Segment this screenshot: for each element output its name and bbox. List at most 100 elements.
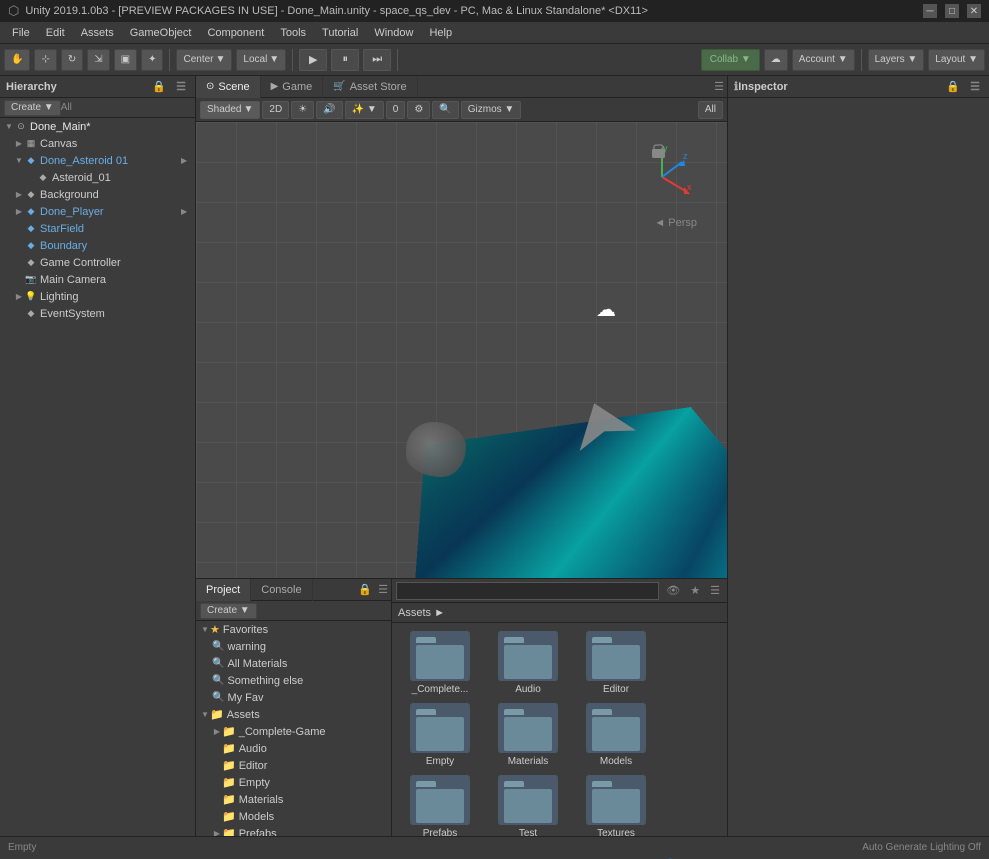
step-button[interactable]: ⏭ xyxy=(363,49,391,71)
asset-folder-materials[interactable]: Materials xyxy=(488,703,568,767)
asset-folder-audio[interactable]: Audio xyxy=(488,631,568,695)
hierarchy-item-boundary[interactable]: ▶ ◆ Boundary xyxy=(0,237,195,254)
hierarchy-item-main-camera[interactable]: ▶ 📷 Main Camera xyxy=(0,271,195,288)
menu-component[interactable]: Component xyxy=(199,25,272,41)
tool-hand[interactable]: ✋ xyxy=(4,49,30,71)
scene-view[interactable]: ☁ y x z xyxy=(196,122,727,578)
pt-complete-game[interactable]: ▶ 📁 _Complete-Game xyxy=(196,723,391,740)
minimize-button[interactable]: ─ xyxy=(923,4,937,18)
tool-multi[interactable]: ✦ xyxy=(141,49,163,71)
tab-asset-store[interactable]: 🛒 Asset Store xyxy=(323,76,417,98)
assets-header[interactable]: ▼ 📁 Assets xyxy=(196,706,391,723)
account-button[interactable]: Account ▼ xyxy=(792,49,855,71)
project-create-button[interactable]: Create ▼ xyxy=(200,603,257,619)
hierarchy-item-done-main[interactable]: ▼ ⊙ Done_Main* xyxy=(0,118,195,135)
hierarchy-all-button[interactable]: All xyxy=(61,102,72,113)
asset-folder-models[interactable]: Models xyxy=(576,703,656,767)
menu-window[interactable]: Window xyxy=(366,25,421,41)
audio-toggle[interactable]: 🔊 xyxy=(316,101,342,119)
pt-empty[interactable]: ▶ 📁 Empty xyxy=(196,774,391,791)
menubar: File Edit Assets GameObject Component To… xyxy=(0,22,989,44)
lighting-toggle[interactable]: ☀ xyxy=(291,101,314,119)
hierarchy-item-starfield[interactable]: ▶ ◆ StarField xyxy=(0,220,195,237)
done-player-nav-icon[interactable]: ▶ xyxy=(181,207,191,217)
play-button[interactable]: ▶ xyxy=(299,49,327,71)
menu-file[interactable]: File xyxy=(4,25,38,41)
inspector-menu-icon[interactable]: ☰ xyxy=(967,80,983,93)
pt-audio[interactable]: ▶ 📁 Audio xyxy=(196,740,391,757)
layers-label: Layers ▼ xyxy=(875,54,918,65)
scene-all-label[interactable]: All xyxy=(698,101,723,119)
tool-rotate[interactable]: ↻ xyxy=(61,49,83,71)
asteroid-nav-icon[interactable]: ▶ xyxy=(181,156,191,166)
effects-dropdown[interactable]: ✨ ▼ xyxy=(345,101,384,119)
cloud-button[interactable]: ☁ xyxy=(764,49,788,71)
scene-panel-menu[interactable]: ☰ xyxy=(711,80,727,93)
layout-button[interactable]: Layout ▼ xyxy=(928,49,985,71)
menu-assets[interactable]: Assets xyxy=(73,25,122,41)
hierarchy-item-background[interactable]: ▶ ◆ Background xyxy=(0,186,195,203)
fav-all-materials[interactable]: 🔍 All Materials xyxy=(196,655,391,672)
project-menu-icon[interactable]: ☰ xyxy=(375,583,391,596)
fav-something-else[interactable]: 🔍 Something else xyxy=(196,672,391,689)
tab-console[interactable]: Console xyxy=(251,579,312,601)
tool-scale[interactable]: ⇲ xyxy=(87,49,109,71)
inspector-lock-icon[interactable]: 🔒 xyxy=(943,80,963,93)
hierarchy-item-done-asteroid[interactable]: ▼ ◆ Done_Asteroid 01 ▶ xyxy=(0,152,195,169)
asset-folder-test[interactable]: Test xyxy=(488,775,568,839)
hierarchy-item-game-controller[interactable]: ▶ ◆ Game Controller xyxy=(0,254,195,271)
tab-game[interactable]: ▶ Game xyxy=(261,76,324,98)
menu-help[interactable]: Help xyxy=(421,25,460,41)
fav-my-fav[interactable]: 🔍 My Fav xyxy=(196,689,391,706)
maximize-button[interactable]: □ xyxy=(945,4,959,18)
tab-scene[interactable]: ⊙ Scene xyxy=(196,76,261,98)
tool-rect[interactable]: ▣ xyxy=(114,49,137,71)
project-lock-icon[interactable]: 🔒 xyxy=(355,583,375,596)
layers-button[interactable]: Layers ▼ xyxy=(868,49,925,71)
menu-tools[interactable]: Tools xyxy=(272,25,314,41)
hide-objects[interactable]: 0 xyxy=(386,101,406,119)
asset-folder-empty[interactable]: Empty xyxy=(400,703,480,767)
asset-folder-prefabs[interactable]: Prefabs xyxy=(400,775,480,839)
tool-move[interactable]: ⊹ xyxy=(34,49,56,71)
asset-folder-complete-game[interactable]: _Complete... xyxy=(400,631,480,695)
search-icon[interactable]: 🔍 xyxy=(432,101,458,119)
expand-arrow-background: ▶ xyxy=(14,190,24,200)
favorites-header[interactable]: ▼ ★ Favorites xyxy=(196,621,391,638)
asset-star-icon[interactable]: ★ xyxy=(687,584,703,597)
hierarchy-item-canvas[interactable]: ▶ ▦ Canvas xyxy=(0,135,195,152)
asset-folder-textures[interactable]: Textures xyxy=(576,775,656,839)
fav-warning[interactable]: 🔍 warning xyxy=(196,638,391,655)
pivot-button[interactable]: Center▼ xyxy=(176,49,232,71)
menu-tutorial[interactable]: Tutorial xyxy=(314,25,366,41)
global-button[interactable]: Local▼ xyxy=(236,49,286,71)
hierarchy-lock-icon[interactable]: 🔒 xyxy=(149,80,169,93)
pt-materials[interactable]: ▶ 📁 Materials xyxy=(196,791,391,808)
menu-edit[interactable]: Edit xyxy=(38,25,73,41)
main-area: Hierarchy 🔒 ☰ Create ▼ All ▼ ⊙ Done_Main… xyxy=(0,76,989,858)
hierarchy-item-eventsystem[interactable]: ▶ ◆ EventSystem xyxy=(0,305,195,322)
game-tab-icon: ▶ xyxy=(271,81,279,92)
close-button[interactable]: ✕ xyxy=(967,4,981,18)
collab-button[interactable]: Collab ▼ xyxy=(701,49,760,71)
hierarchy-menu-icon[interactable]: ☰ xyxy=(173,80,189,93)
asset-folder-editor[interactable]: Editor xyxy=(576,631,656,695)
hierarchy-item-asteroid-01[interactable]: ▶ ◆ Asteroid_01 xyxy=(0,169,195,186)
pt-editor[interactable]: ▶ 📁 Editor xyxy=(196,757,391,774)
hierarchy-item-done-player[interactable]: ▶ ◆ Done_Player ▶ xyxy=(0,203,195,220)
menu-gameobject[interactable]: GameObject xyxy=(122,25,200,41)
tab-project[interactable]: Project xyxy=(196,579,251,601)
shading-dropdown[interactable]: Shaded ▼ xyxy=(200,101,260,119)
statusbar-right: Auto Generate Lighting Off xyxy=(862,842,981,853)
hierarchy-item-lighting[interactable]: ▶ 💡 Lighting xyxy=(0,288,195,305)
asset-panel-menu-icon[interactable]: ☰ xyxy=(707,584,723,597)
hierarchy-create-button[interactable]: Create ▼ xyxy=(4,100,61,116)
scene-gizmo[interactable]: y x z xyxy=(627,142,697,212)
pause-button[interactable]: ⏸ xyxy=(331,49,359,71)
asset-eye-icon[interactable]: 👁 xyxy=(663,584,683,597)
scene-options[interactable]: ⚙ xyxy=(407,101,430,119)
2d-button[interactable]: 2D xyxy=(262,101,289,119)
gizmos-dropdown[interactable]: Gizmos ▼ xyxy=(461,101,522,119)
pt-models[interactable]: ▶ 📁 Models xyxy=(196,808,391,825)
asset-search-input[interactable] xyxy=(396,582,659,600)
